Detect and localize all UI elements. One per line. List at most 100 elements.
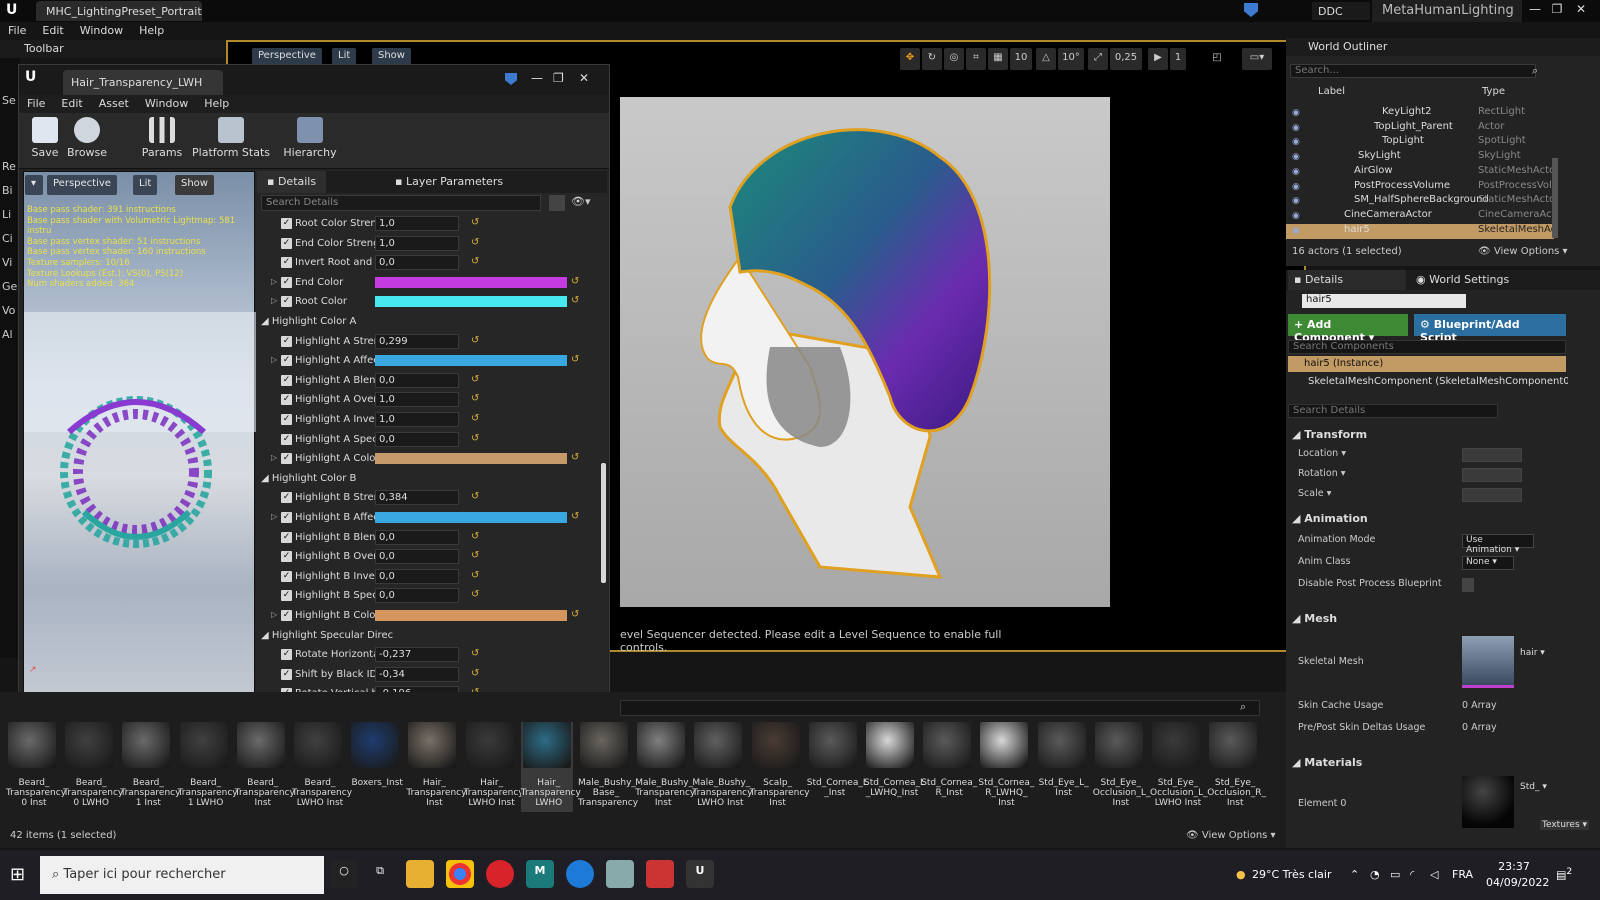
hierarchy-button[interactable]: Hierarchy [281,117,339,167]
color-swatch[interactable] [375,296,567,308]
parameter-group-header[interactable]: ◢ Highlight Color A [261,313,591,331]
eye-icon[interactable]: 👁▾ [571,195,591,208]
parameter-checkbox[interactable]: ✓ [281,394,292,406]
parameter-checkbox[interactable]: ✓ [281,590,292,602]
asset-tile[interactable]: Std_Eye_ Occlusion_L_ Inst [1093,722,1150,812]
scale-snap-value[interactable]: 0,25 [1110,48,1142,70]
mode-re[interactable]: Re [2,160,16,173]
asset-tile[interactable]: Std_Eye_ Occlusion_L_ LWHO Inst [1150,722,1208,812]
anim-class-dropdown[interactable]: None ▾ [1462,556,1514,570]
parameter-value[interactable]: 0,299 [375,333,459,349]
rotate-snap-value[interactable]: 10° [1058,48,1084,70]
tab-world-settings[interactable]: ◉ World Settings [1410,270,1515,290]
parameter-checkbox[interactable]: ✓ [281,453,292,465]
parameter-checkbox[interactable]: ✓ [281,610,292,621]
reset-arrow-icon[interactable]: ↺ [571,354,579,365]
doc-tab[interactable]: MHC_LightingPreset_Portrait [36,1,202,21]
parameter-checkbox[interactable]: ✓ [281,531,292,543]
visibility-eye-icon[interactable]: ◉ [1292,226,1304,236]
reset-arrow-icon[interactable]: ↺ [571,511,579,522]
visibility-eye-icon[interactable]: ◉ [1292,108,1304,118]
mode-vi[interactable]: Vi [2,256,12,269]
outliner-row[interactable]: ◉ PostProcessVolume PostProcessVol [1286,180,1554,195]
material-thumbnail[interactable] [1462,776,1514,828]
content-search-input[interactable] [620,700,1260,716]
reset-arrow-icon[interactable]: ↺ [471,550,479,561]
clock-date[interactable]: 04/09/2022 [1486,876,1549,889]
parameter-checkbox[interactable]: ✓ [281,492,292,504]
outliner-row[interactable]: ◉ TopLight_Parent Actor [1286,121,1554,136]
wifi-icon[interactable]: ◜ [1410,868,1414,881]
parameter-checkbox[interactable]: ✓ [281,237,292,249]
reset-arrow-icon[interactable]: ↺ [571,276,579,287]
outliner-title[interactable]: World Outliner [1286,38,1600,56]
parameter-checkbox[interactable]: ✓ [281,374,292,386]
preview-lit-button[interactable]: Lit [133,175,158,195]
skeletal-mesh-thumbnail[interactable] [1462,636,1514,688]
app-icon[interactable] [606,860,634,888]
parameter-checkbox[interactable]: ✓ [281,551,292,563]
clock-time[interactable]: 23:37 [1486,860,1542,873]
reset-arrow-icon[interactable]: ↺ [471,335,479,346]
menu-window[interactable]: Window [137,95,196,112]
params-button[interactable]: Params [141,117,183,167]
scale-value[interactable] [1462,488,1522,502]
reset-arrow-icon[interactable]: ↺ [471,217,479,228]
view-options-button[interactable]: 👁 View Options ▾ [1478,246,1568,257]
toolbar-tab[interactable]: Toolbar [0,40,225,58]
asset-tile[interactable]: Std_Eye_ Occlusion_R_ Inst [1207,722,1266,812]
translate-icon[interactable]: ✥ [900,48,920,70]
color-swatch[interactable] [375,610,567,621]
layout-icon[interactable]: ▭▾ [1242,48,1272,70]
parameter-group-header[interactable]: ◢ Highlight Color B [261,470,591,488]
preview-menu-button[interactable]: ▾ [25,175,43,195]
parameter-checkbox[interactable]: ✓ [281,296,292,308]
parameter-value[interactable]: 0,0 [375,549,459,565]
color-swatch[interactable] [375,355,567,367]
close-button[interactable]: ✕ [1572,2,1590,18]
parameter-value[interactable]: 1,0 [375,392,459,408]
reset-arrow-icon[interactable]: ↺ [471,648,479,659]
parameter-checkbox[interactable]: ✓ [281,668,292,680]
view-options-button[interactable]: 👁 View Options ▾ [1186,830,1282,844]
camera-speed-icon[interactable]: ▶ [1148,48,1168,70]
menu-edit[interactable]: Edit [34,22,71,39]
outliner-row[interactable]: ◉ SkyLight SkyLight [1286,150,1554,165]
parameter-group-header[interactable]: ◢ Highlight Specular Direc [261,627,591,645]
expand-arrow-icon[interactable]: ▷ [271,355,277,364]
asset-tile[interactable]: Beard_ Transparency 1 Inst [120,722,180,812]
mode-ci[interactable]: Ci [2,232,13,245]
reset-arrow-icon[interactable]: ↺ [471,668,479,679]
skeletal-mesh-component-row[interactable]: SkeletalMeshComponent (SkeletalMeshCompo… [1308,376,1568,390]
parameter-checkbox[interactable]: ✓ [281,512,292,523]
outliner-row[interactable]: ◉ TopLight SpotLight [1286,135,1554,150]
search-details-input[interactable]: Search Details [1288,404,1498,418]
asset-tile[interactable]: Boxers_Inst [349,722,403,812]
color-swatch[interactable] [375,453,567,465]
network-icon[interactable]: ◔ [1370,868,1380,881]
animation-mode-dropdown[interactable]: Use Animation ▾ [1462,534,1534,555]
asset-tile[interactable]: Beard_ Transparency 1 LWHO [178,722,238,812]
tab-details[interactable]: ▪ Details [257,171,327,193]
mode-select[interactable]: Se [2,94,16,107]
surface-snap-icon[interactable]: ⌗ [966,48,986,70]
parameter-value[interactable]: 1,0 [375,216,459,231]
asset-tile[interactable]: Hair_ Transparency LWHO [520,722,581,812]
parameter-value[interactable]: -0,34 [375,666,459,682]
camera-speed-value[interactable]: 1 [1170,48,1186,70]
weather-text[interactable]: 29°C Très clair [1252,868,1331,881]
asset-tile[interactable]: Beard_ Transparency 0 Inst [6,722,66,812]
menu-window[interactable]: Window [72,22,131,39]
outliner-scrollbar[interactable] [1552,158,1558,238]
asset-tile[interactable]: Male_Bushy_ Transparency Inst [635,722,695,812]
menu-file[interactable]: File [0,22,34,39]
asset-tile[interactable]: Std_Eye_L_ Inst [1036,722,1089,812]
task-view-icon[interactable]: ⧉ [366,860,394,888]
reset-arrow-icon[interactable]: ↺ [571,452,579,463]
world-icon[interactable]: ◎ [944,48,964,70]
maximize-viewport-icon[interactable]: ◰ [1210,48,1224,70]
component-instance-row[interactable]: hair5 (Instance) [1288,356,1566,372]
location-value[interactable] [1462,448,1522,462]
notifications-icon[interactable]: ▤2 [1556,866,1572,882]
disable-pp-checkbox[interactable] [1462,578,1474,592]
